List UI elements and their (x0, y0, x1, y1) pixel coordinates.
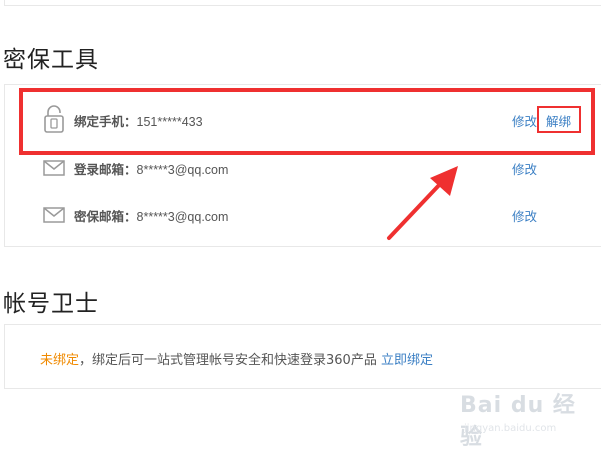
security-tools-title: 密保工具 (3, 47, 99, 73)
login-email-label: 登录邮箱：8*****3@qq.com (74, 161, 229, 177)
watermark-logo-text: Bai du 经验 (460, 393, 576, 450)
login-email-row: 登录邮箱：8*****3@qq.com 修改 (5, 153, 601, 183)
account-guard-message: 未绑定，绑定后可一站式管理帐号安全和快速登录360产品 立即绑定 (40, 349, 433, 368)
security-tools-card: 绑定手机：151*****433 修改 解绑 登录邮箱：8*****3@qq.c… (4, 84, 601, 247)
security-email-label: 密保邮箱：8*****3@qq.com (74, 208, 229, 224)
modify-login-email-link[interactable]: 修改 (512, 159, 537, 178)
unbound-status-text: 未绑定 (40, 353, 80, 368)
modify-security-email-link[interactable]: 修改 (512, 206, 537, 225)
bound-phone-label: 绑定手机：151*****433 (74, 113, 203, 129)
account-guard-description: ，绑定后可一站式管理帐号安全和快速登录360产品 (79, 353, 377, 368)
bind-now-link[interactable]: 立即绑定 (381, 353, 433, 368)
phone-lock-icon (44, 105, 64, 133)
bound-phone-value: 151*****433 (136, 114, 203, 129)
security-email-value: 8*****3@qq.com (136, 209, 229, 224)
page: 密保工具 绑定手机：151*****433 修改 解绑 登录邮箱：8*****3… (0, 0, 601, 450)
account-guard-card: 未绑定，绑定后可一站式管理帐号安全和快速登录360产品 立即绑定 (4, 324, 601, 389)
security-email-row: 密保邮箱：8*****3@qq.com 修改 (5, 200, 601, 230)
previous-section-card (4, 0, 601, 6)
account-guard-title: 帐号卫士 (3, 291, 99, 317)
modify-phone-link[interactable]: 修改 (512, 111, 537, 130)
mail-icon (43, 207, 65, 223)
mail-icon (43, 160, 65, 176)
login-email-value: 8*****3@qq.com (136, 162, 229, 177)
baidu-jingyan-watermark: Bai du 经验 jingyan.baidu.com (446, 383, 596, 450)
annotation-arrow-icon (387, 166, 458, 240)
bound-phone-row: 绑定手机：151*****433 修改 解绑 (5, 105, 601, 135)
unbind-phone-link[interactable]: 解绑 (546, 111, 571, 130)
watermark-url: jingyan.baidu.com (464, 423, 557, 434)
